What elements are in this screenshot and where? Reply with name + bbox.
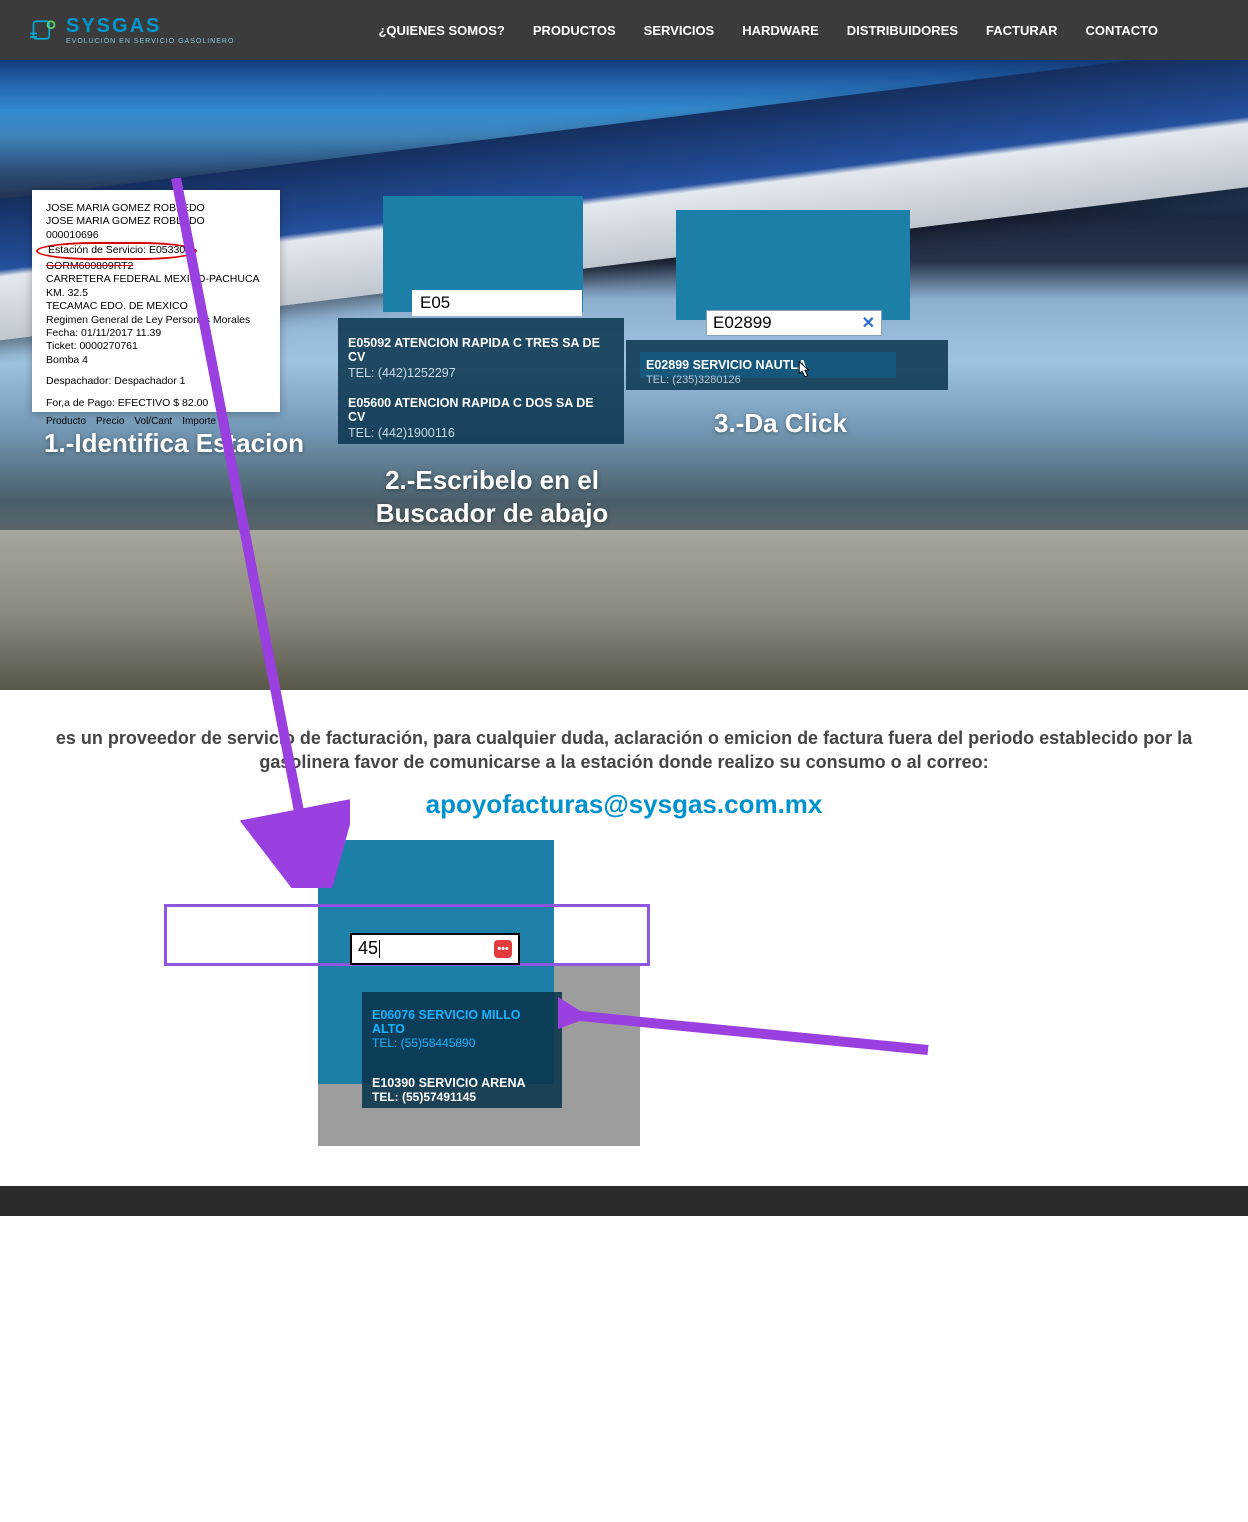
lower-dropdown: E06076 SERVICIO MILLO ALTO TEL: (55)5844…	[362, 992, 562, 1108]
option-tel: TEL: (442)1900116	[348, 426, 614, 440]
sample-receipt: JOSE MARIA GOMEZ ROBLEDO JOSE MARIA GOME…	[32, 190, 280, 412]
option-name: E05092 ATENCION RAPIDA C TRES SA DE CV	[348, 336, 614, 364]
pointer-cursor-icon	[788, 358, 818, 388]
step3-label: 3.-Da Click	[714, 408, 847, 439]
nav-facturar[interactable]: FACTURAR	[986, 23, 1058, 38]
hero-banner: JOSE MARIA GOMEZ ROBLEDO JOSE MARIA GOME…	[0, 60, 1248, 690]
receipt-line: KM. 32.5	[46, 287, 266, 300]
nav-menu: ¿QUIENES SOMOS? PRODUCTOS SERVICIOS HARD…	[378, 23, 1158, 38]
receipt-estacion: Estación de Servicio: E05330	[36, 242, 197, 259]
option-tel: TEL: (442)1252297	[348, 366, 614, 380]
more-icon[interactable]: •••	[494, 940, 512, 958]
step3-search-value: E02899	[707, 313, 772, 333]
option-name: E05600 ATENCION RAPIDA C DOS SA DE CV	[348, 396, 614, 424]
step3-panel	[676, 210, 910, 320]
receipt-line: 000010696	[46, 229, 266, 242]
option-name: E02899 SERVICIO NAUTLA	[646, 358, 807, 372]
option-name: E06076 SERVICIO MILLO ALTO	[372, 1008, 552, 1036]
dropdown-option[interactable]: E05092 ATENCION RAPIDA C TRES SA DE CV T…	[348, 336, 614, 380]
receipt-line: JOSE MARIA GOMEZ ROBLEDO	[46, 202, 266, 215]
receipt-line: TECAMAC EDO. DE MEXICO	[46, 300, 266, 313]
receipt-col: Precio	[96, 416, 124, 429]
footer-band	[0, 1186, 1248, 1216]
dropdown-option[interactable]: E06076 SERVICIO MILLO ALTO TEL: (55)5844…	[372, 1008, 552, 1050]
nav-productos[interactable]: PRODUCTOS	[533, 23, 616, 38]
dropdown-option[interactable]: E05600 ATENCION RAPIDA C DOS SA DE CV TE…	[348, 396, 614, 440]
step2-search-value[interactable]: E05	[412, 290, 582, 316]
receipt-line: Ticket: 0000270761	[46, 340, 266, 353]
receipt-line: Bomba 4	[46, 354, 266, 367]
info-section: es un proveedor de servicio de facturaci…	[0, 690, 1248, 830]
nav-quienes[interactable]: ¿QUIENES SOMOS?	[378, 23, 504, 38]
station-search-value: 45	[358, 938, 378, 959]
info-text: es un proveedor de servicio de facturaci…	[34, 726, 1214, 775]
support-email[interactable]: apoyofacturas@sysgas.com.mx	[10, 789, 1238, 820]
receipt-col: Producto	[46, 416, 86, 429]
brand-name: SYSGAS	[66, 15, 234, 38]
receipt-line: JOSE MARIA GOMEZ ROBLEDO	[46, 215, 266, 228]
step2-label: 2.-Escribelo en el Buscador de abajo	[362, 464, 622, 529]
receipt-line: CARRETERA FEDERAL MEXICO-PACHUCA	[46, 273, 266, 286]
receipt-line: Regimen General de Ley Personas Morales	[46, 314, 266, 327]
receipt-columns: Producto Precio Vol/Cant Importe	[46, 416, 266, 429]
station-search-input[interactable]: 45 •••	[350, 933, 520, 965]
brand-tagline: EVOLUCIÓN EN SERVICIO GASOLINERO	[66, 38, 234, 45]
receipt-line: Fecha: 01/11/2017 11.39	[46, 327, 266, 340]
receipt-line: Despachador: Despachador 1	[46, 375, 266, 388]
top-navbar: SYSGAS EVOLUCIÓN EN SERVICIO GASOLINERO …	[0, 0, 1248, 60]
receipt-line: For,a de Pago: EFECTIVO $ 82.00	[46, 397, 266, 410]
nav-servicios[interactable]: SERVICIOS	[644, 23, 715, 38]
step3-dropdown: TEL: (235)3280126 E02899 SERVICIO NAUTLA	[626, 340, 948, 390]
dropdown-option[interactable]: E10390 SERVICIO ARENA TEL: (55)57491145	[372, 1076, 552, 1104]
receipt-col: Importe	[182, 416, 216, 429]
down-arrow-icon	[432, 540, 522, 660]
option-name: E10390 SERVICIO ARENA	[372, 1076, 552, 1090]
step1-label: 1.-Identifica Estacion	[44, 428, 304, 459]
receipt-col: Vol/Cant	[134, 416, 172, 429]
option-tel-bg: TEL: (235)3280126	[646, 374, 741, 386]
receipt-rfc: GORM600809RT2	[46, 260, 266, 273]
step2-dropdown: E05092 ATENCION RAPIDA C TRES SA DE CV T…	[338, 318, 624, 444]
brand-logo[interactable]: SYSGAS EVOLUCIÓN EN SERVICIO GASOLINERO	[30, 15, 234, 45]
step3-search-input[interactable]: E02899 ✕	[706, 310, 882, 336]
option-tel: TEL: (55)58445890	[372, 1036, 552, 1050]
logo-icon	[30, 16, 58, 44]
nav-distribuidores[interactable]: DISTRIBUIDORES	[847, 23, 958, 38]
nav-hardware[interactable]: HARDWARE	[742, 23, 819, 38]
clear-icon[interactable]: ✕	[862, 313, 881, 333]
nav-contacto[interactable]: CONTACTO	[1086, 23, 1158, 38]
lower-search-area: 45 ••• E06076 SERVICIO MILLO ALTO TEL: (…	[0, 840, 1248, 1160]
option-tel: TEL: (55)57491145	[372, 1090, 552, 1104]
